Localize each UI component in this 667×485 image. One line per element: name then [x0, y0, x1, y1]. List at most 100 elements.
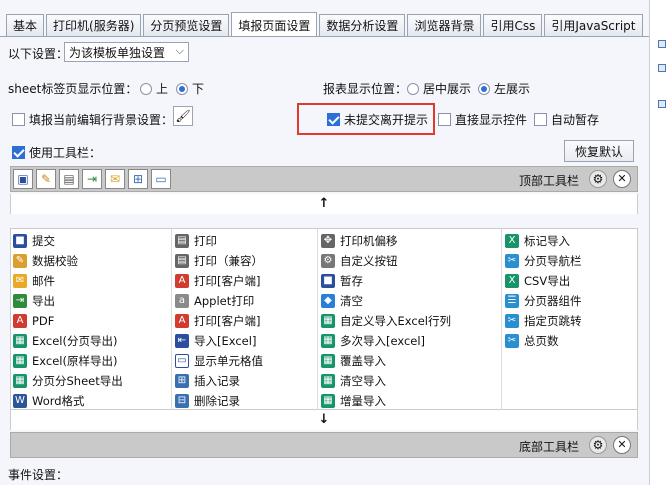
list-item[interactable]: ▦ 分页分Sheet导出 [11, 371, 168, 391]
fill-bg-label: 填报当前编辑行背景设置： [29, 113, 174, 127]
list-item[interactable]: X CSV导出 [503, 271, 637, 291]
list-item[interactable]: A 打印[客户端] [173, 311, 330, 331]
insert-row-icon[interactable]: ⊞ [128, 169, 148, 189]
list-item[interactable]: ▤ 打印（兼容） [173, 251, 330, 271]
list-item[interactable]: ▦ 增量导入 [319, 391, 476, 411]
tab-page-preview[interactable]: 分页预览设置 [143, 14, 230, 36]
list-item[interactable]: ⊞ 插入记录 [173, 371, 330, 391]
tab-fill-page[interactable]: 填报页面设置 [231, 12, 318, 37]
restore-default-button[interactable]: 恢复默认 [564, 140, 634, 162]
list-item[interactable]: W Word格式 [11, 391, 168, 411]
items-column-1: ■ 提交 ✎ 数据校验 ✉ 邮件 ⇥ 导出 A PDF ▦ Excel(分页导出) ▦ Exc… [11, 231, 168, 411]
list-item[interactable]: ▦ 覆盖导入 [319, 351, 476, 371]
save-icon[interactable]: ▣ [13, 169, 33, 189]
tab-data-analysis[interactable]: 数据分析设置 [319, 14, 406, 36]
item-label: 覆盖导入 [340, 354, 386, 368]
pdf-print-icon: A [175, 314, 189, 328]
list-item[interactable]: ▦ Excel(原样导出) [11, 351, 168, 371]
list-item[interactable]: ✂ 分页导航栏 [503, 251, 637, 271]
list-item[interactable]: ▦ 多次导入[excel] [319, 331, 476, 351]
list-item[interactable]: ✉ 邮件 [11, 271, 168, 291]
list-item[interactable]: ■ 提交 [11, 231, 168, 251]
excel-icon: ▦ [13, 354, 27, 368]
report-position-center-radio[interactable]: 居中展示 [407, 80, 471, 97]
list-item[interactable]: A 打印[客户端] [173, 271, 330, 291]
autosave-label: 自动暂存 [551, 113, 600, 127]
item-label: PDF [32, 314, 55, 328]
list-item[interactable]: ◆ 清空 [319, 291, 476, 311]
background-window-edge [650, 0, 667, 485]
item-label: 打印[客户端] [194, 274, 261, 288]
item-label: 自定义按钮 [340, 254, 398, 268]
cell-icon[interactable]: ▭ [151, 169, 171, 189]
close-icon[interactable]: ✕ [613, 170, 631, 188]
print-icon[interactable]: ▤ [59, 169, 79, 189]
radio-icon [407, 83, 419, 95]
import-excel-icon: ⇤ [175, 334, 189, 348]
list-item[interactable]: ✎ 数据校验 [11, 251, 168, 271]
list-item[interactable]: ■ 暂存 [319, 271, 476, 291]
tab-ref-javascript[interactable]: 引用JavaScript [544, 14, 643, 36]
column-divider [501, 229, 502, 411]
gear-icon[interactable]: ⚙ [589, 436, 607, 454]
list-item[interactable]: ⇤ 导入[Excel] [173, 331, 330, 351]
tab-browser-background[interactable]: 浏览器背景 [407, 14, 482, 36]
item-label: 显示单元格值 [194, 354, 263, 368]
eraser-icon: ◆ [321, 294, 335, 308]
move-down-arrow[interactable]: ↓ [10, 410, 638, 430]
scope-label: 以下设置： [8, 47, 69, 61]
use-toolbar-label: 使用工具栏： [29, 146, 102, 160]
print-icon: ▤ [175, 234, 189, 248]
excel-icon: ▦ [13, 334, 27, 348]
excel-icon: ▦ [321, 334, 335, 348]
close-icon[interactable]: ✕ [613, 436, 631, 454]
list-item[interactable]: ✂ 总页数 [503, 331, 637, 351]
list-item[interactable]: ▤ 打印 [173, 231, 330, 251]
pager-icon: ☰ [505, 294, 519, 308]
fill-bg-checkbox[interactable]: 填报当前编辑行背景设置： [12, 111, 173, 128]
list-item[interactable]: ✥ 打印机偏移 [319, 231, 476, 251]
export-icon[interactable]: ⇥ [82, 169, 102, 189]
tab-basic[interactable]: 基本 [6, 14, 45, 36]
item-label: 删除记录 [194, 394, 240, 408]
top-toolbar-icons: ▣ ✎ ▤ ⇥ ✉ ⊞ ▭ [13, 169, 174, 189]
csv-icon: X [505, 274, 519, 288]
paint-bucket-icon[interactable]: 🖌 [173, 106, 193, 126]
sheet-position-bottom-radio[interactable]: 下 [176, 80, 204, 97]
cell-icon: ▭ [175, 354, 189, 368]
unsubmitted-warning-checkbox[interactable]: 未提交离开提示 [327, 111, 428, 128]
show-control-checkbox[interactable]: 直接显示控件 [438, 111, 527, 128]
list-item[interactable]: ☰ 分页器组件 [503, 291, 637, 311]
list-item[interactable]: ⊟ 删除记录 [173, 391, 330, 411]
checkbox-checked-icon [327, 113, 340, 126]
list-item[interactable]: ▦ 自定义导入Excel行列 [319, 311, 476, 331]
tab-ref-css[interactable]: 引用Css [483, 14, 543, 36]
list-item[interactable]: a Applet打印 [173, 291, 330, 311]
checkbox-checked-icon [12, 146, 25, 159]
gear-icon[interactable]: ⚙ [589, 170, 607, 188]
report-position-left-radio[interactable]: 左展示 [478, 80, 530, 97]
list-item[interactable]: ▭ 显示单元格值 [173, 351, 330, 371]
verify-icon[interactable]: ✎ [36, 169, 56, 189]
list-item[interactable]: ▦ Excel(分页导出) [11, 331, 168, 351]
list-item[interactable]: A PDF [11, 311, 168, 331]
tab-printer-server[interactable]: 打印机(服务器) [46, 14, 142, 36]
list-item[interactable]: ▦ 清空导入 [319, 371, 476, 391]
move-up-arrow[interactable]: ↑ [10, 194, 638, 214]
scope-select[interactable]: 为该模板单独设置 ⌵ [64, 42, 189, 62]
item-label: 打印机偏移 [340, 234, 398, 248]
sheet-position-top-radio[interactable]: 上 [140, 80, 168, 97]
autosave-checkbox[interactable]: 自动暂存 [534, 111, 599, 128]
use-toolbar-checkbox[interactable]: 使用工具栏： [12, 144, 101, 161]
tab-bar: 基本 打印机(服务器) 分页预览设置 填报页面设置 数据分析设置 浏览器背景 引… [6, 12, 645, 37]
list-item[interactable]: ⇥ 导出 [11, 291, 168, 311]
item-label: 分页器组件 [524, 294, 582, 308]
mail-icon[interactable]: ✉ [105, 169, 125, 189]
item-label: 指定页跳转 [524, 314, 582, 328]
scope-select-value: 为该模板单独设置 [69, 45, 166, 60]
list-item[interactable]: ⚙ 自定义按钮 [319, 251, 476, 271]
list-item[interactable]: ✂ 指定页跳转 [503, 311, 637, 331]
list-item[interactable]: X 标记导入 [503, 231, 637, 251]
item-label: 打印（兼容） [194, 254, 263, 268]
excel-icon: ▦ [321, 314, 335, 328]
